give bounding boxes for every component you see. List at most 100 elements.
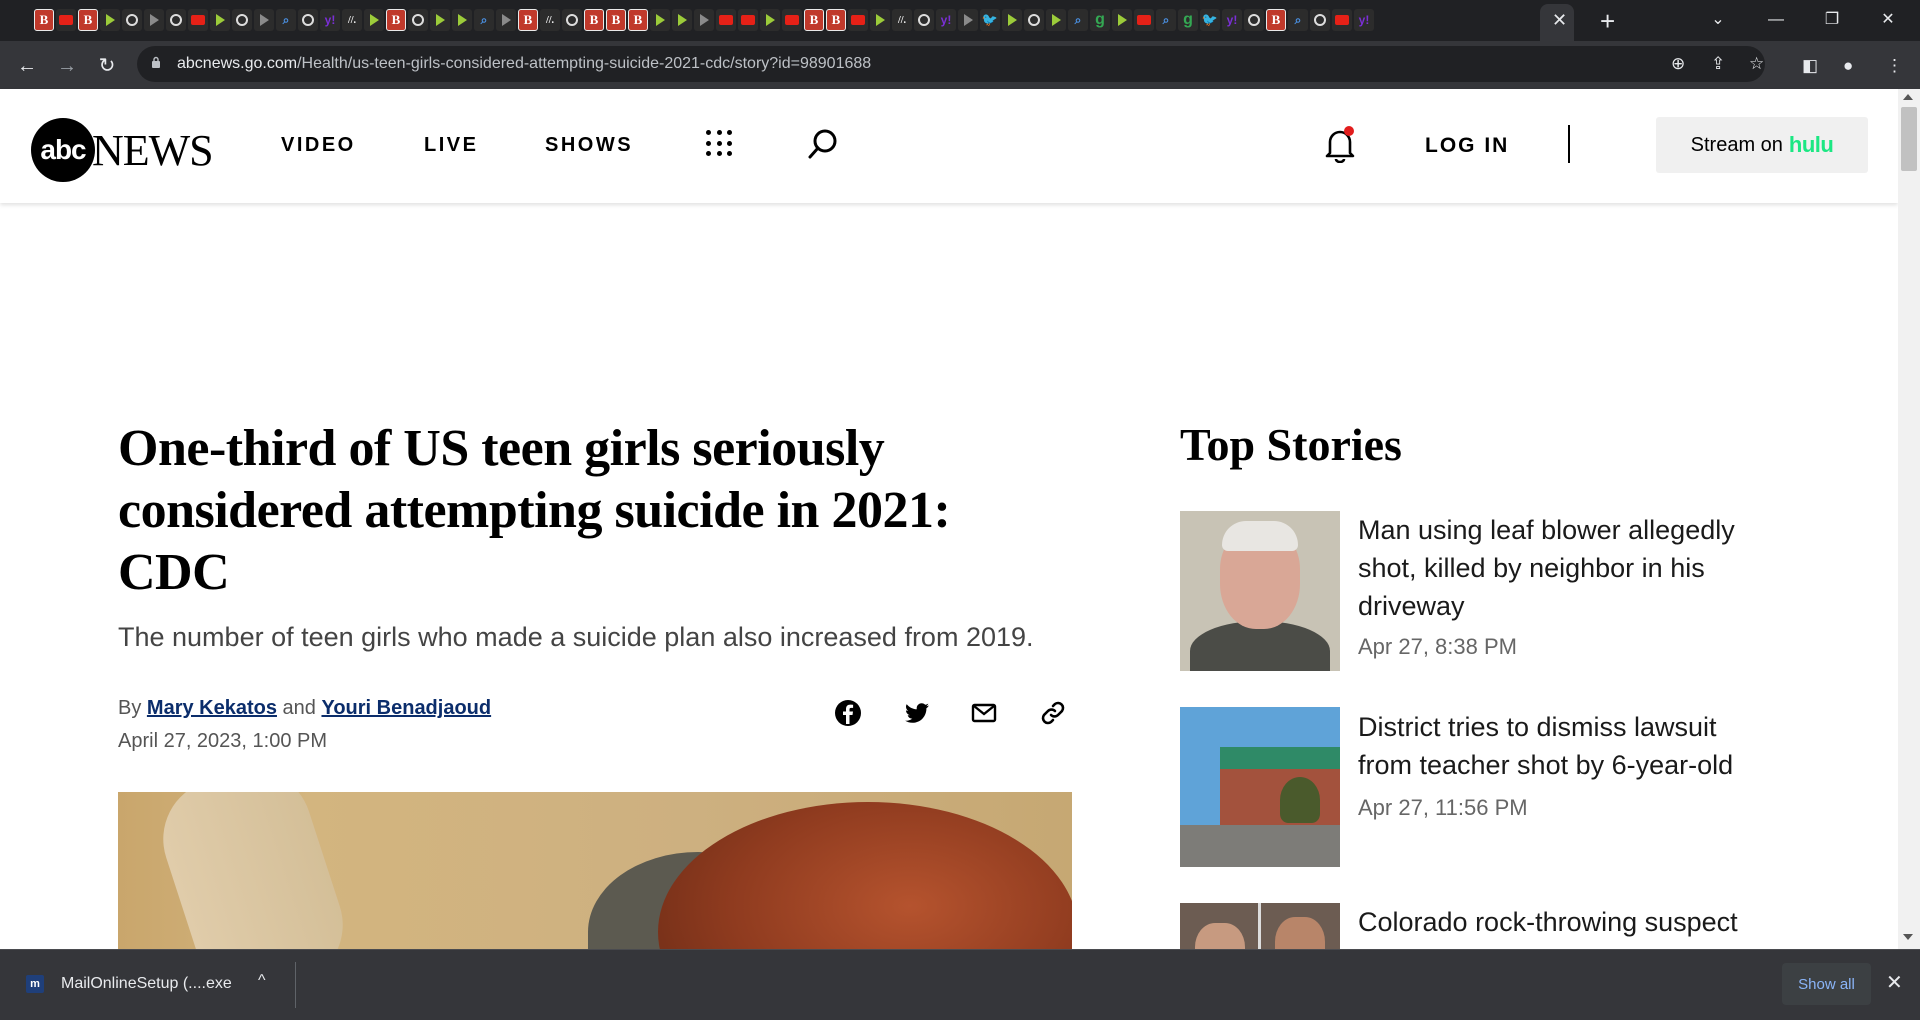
tab-slash-icon[interactable]: //.	[540, 9, 560, 31]
tab-close-icon[interactable]: ✕	[1552, 8, 1567, 32]
twitter-share-icon[interactable]	[901, 697, 933, 729]
notification-bell-icon[interactable]	[1322, 125, 1358, 163]
tab-yahoo-icon[interactable]: y!	[936, 9, 956, 31]
tab-search-icon[interactable]: ⌕	[1156, 9, 1176, 31]
address-bar[interactable]: abcnews.go.com/Health/us-teen-girls-cons…	[137, 46, 1765, 82]
tab-play-icon[interactable]	[452, 9, 472, 31]
tab-globe-icon[interactable]	[122, 9, 142, 31]
close-window-button[interactable]: ✕	[1866, 6, 1910, 34]
tab-play-icon[interactable]	[210, 9, 230, 31]
tab-yahoo-icon[interactable]: y!	[1222, 9, 1242, 31]
tab-play-icon[interactable]	[1046, 9, 1066, 31]
tab-b-icon[interactable]: B	[1266, 9, 1286, 31]
tab-globe-icon[interactable]	[1024, 9, 1044, 31]
tab-youtube-icon[interactable]	[738, 9, 758, 31]
search-icon[interactable]	[806, 127, 840, 161]
tab-youtube-icon[interactable]	[782, 9, 802, 31]
stream-on-hulu-button[interactable]: Stream on hulu	[1656, 117, 1868, 173]
lock-icon[interactable]	[151, 56, 161, 68]
story-thumbnail[interactable]	[1180, 903, 1340, 949]
tab-globe-icon[interactable]	[298, 9, 318, 31]
tab-g-icon[interactable]: g	[1178, 9, 1198, 31]
tab-b-icon[interactable]: B	[518, 9, 538, 31]
tab-globe-icon[interactable]	[562, 9, 582, 31]
top-story-item[interactable]: District tries to dismiss lawsuit from t…	[1180, 707, 1780, 867]
tab-play-icon[interactable]	[144, 9, 164, 31]
top-story-item[interactable]: Man using leaf blower allegedly shot, ki…	[1180, 511, 1780, 671]
tab-youtube-icon[interactable]	[716, 9, 736, 31]
scroll-up-arrow-icon[interactable]	[1903, 94, 1913, 100]
story-title[interactable]: District tries to dismiss lawsuit from t…	[1358, 708, 1778, 784]
tab-b-icon[interactable]: B	[804, 9, 824, 31]
tab-youtube-icon[interactable]	[1332, 9, 1352, 31]
tab-b-icon[interactable]: B	[826, 9, 846, 31]
story-title[interactable]: Man using leaf blower allegedly shot, ki…	[1358, 511, 1778, 625]
tab-b-icon[interactable]: B	[606, 9, 626, 31]
forward-arrow-icon[interactable]: →	[52, 51, 82, 81]
login-link[interactable]: LOG IN	[1425, 134, 1509, 158]
tab-search-icon[interactable]: ⌕	[474, 9, 494, 31]
article-hero-image[interactable]	[118, 792, 1072, 949]
tab-b-icon[interactable]: B	[628, 9, 648, 31]
tab-g-icon[interactable]: g	[1090, 9, 1110, 31]
page-scrollbar[interactable]	[1898, 89, 1920, 949]
menu-kebab-icon[interactable]: ⋮	[1886, 55, 1903, 77]
tab-search-dropdown-icon[interactable]: ⌄	[1696, 6, 1740, 34]
nav-shows[interactable]: SHOWS	[545, 134, 633, 157]
tab-play-icon[interactable]	[958, 9, 978, 31]
tab-play-icon[interactable]	[364, 9, 384, 31]
tab-search-icon[interactable]: ⌕	[1288, 9, 1308, 31]
tab-globe-icon[interactable]	[232, 9, 252, 31]
tab-globe-icon[interactable]	[1244, 9, 1264, 31]
tab-b-icon[interactable]: B	[386, 9, 406, 31]
tab-play-icon[interactable]	[650, 9, 670, 31]
reload-icon[interactable]: ↻	[92, 51, 122, 81]
tab-globe-icon[interactable]	[166, 9, 186, 31]
tab-b-icon[interactable]: B	[34, 9, 54, 31]
tab-play-icon[interactable]	[694, 9, 714, 31]
zoom-icon[interactable]: ⊕	[1671, 53, 1685, 75]
facebook-share-icon[interactable]	[832, 697, 864, 729]
tab-youtube-icon[interactable]	[188, 9, 208, 31]
close-download-bar-icon[interactable]: ✕	[1886, 970, 1903, 995]
tab-youtube-icon[interactable]	[848, 9, 868, 31]
tab-slash-icon[interactable]: //.	[892, 9, 912, 31]
tab-play-icon[interactable]	[760, 9, 780, 31]
top-story-item[interactable]: Colorado rock-throwing suspect	[1180, 903, 1780, 949]
tab-youtube-icon[interactable]	[56, 9, 76, 31]
tab-b-icon[interactable]: B	[584, 9, 604, 31]
tab-search-icon[interactable]: ⌕	[1068, 9, 1088, 31]
tab-play-icon[interactable]	[430, 9, 450, 31]
download-options-chevron-icon[interactable]: ^	[258, 972, 266, 990]
story-thumbnail[interactable]	[1180, 707, 1340, 867]
story-title[interactable]: Colorado rock-throwing suspect	[1358, 903, 1778, 941]
story-thumbnail[interactable]	[1180, 511, 1340, 671]
tab-search-icon[interactable]: ⌕	[276, 9, 296, 31]
author-link-mary-kekatos[interactable]: Mary Kekatos	[147, 697, 277, 719]
tab-play-icon[interactable]	[870, 9, 890, 31]
nav-live[interactable]: LIVE	[424, 134, 478, 157]
restore-button[interactable]: ❐	[1810, 6, 1854, 34]
author-link-youri-benadjaoud[interactable]: Youri Benadjaoud	[321, 697, 491, 719]
tab-play-icon[interactable]	[496, 9, 516, 31]
show-all-downloads-button[interactable]: Show all	[1782, 963, 1871, 1005]
email-share-icon[interactable]	[968, 697, 1000, 729]
side-panel-icon[interactable]: ◧	[1802, 55, 1818, 77]
tab-slash-icon[interactable]: //.	[342, 9, 362, 31]
share-page-icon[interactable]: ⇪	[1711, 53, 1725, 75]
tab-twitter-icon[interactable]: 🐦	[980, 9, 1000, 31]
tab-play-icon[interactable]	[672, 9, 692, 31]
tab-yahoo-icon[interactable]: y!	[1354, 9, 1374, 31]
tab-play-icon[interactable]	[1002, 9, 1022, 31]
tab-play-icon[interactable]	[254, 9, 274, 31]
tab-play-icon[interactable]	[1112, 9, 1132, 31]
new-tab-button[interactable]: +	[1600, 6, 1615, 36]
copy-link-icon[interactable]	[1037, 697, 1069, 729]
download-filename[interactable]: MailOnlineSetup (....exe	[61, 975, 232, 993]
abc-news-logo[interactable]: abc NEWS	[31, 118, 214, 182]
tab-yahoo-icon[interactable]: y!	[320, 9, 340, 31]
back-arrow-icon[interactable]: ←	[12, 51, 42, 81]
tab-b-icon[interactable]: B	[78, 9, 98, 31]
bookmark-star-icon[interactable]: ☆	[1749, 53, 1764, 75]
scroll-down-arrow-icon[interactable]	[1903, 934, 1913, 940]
